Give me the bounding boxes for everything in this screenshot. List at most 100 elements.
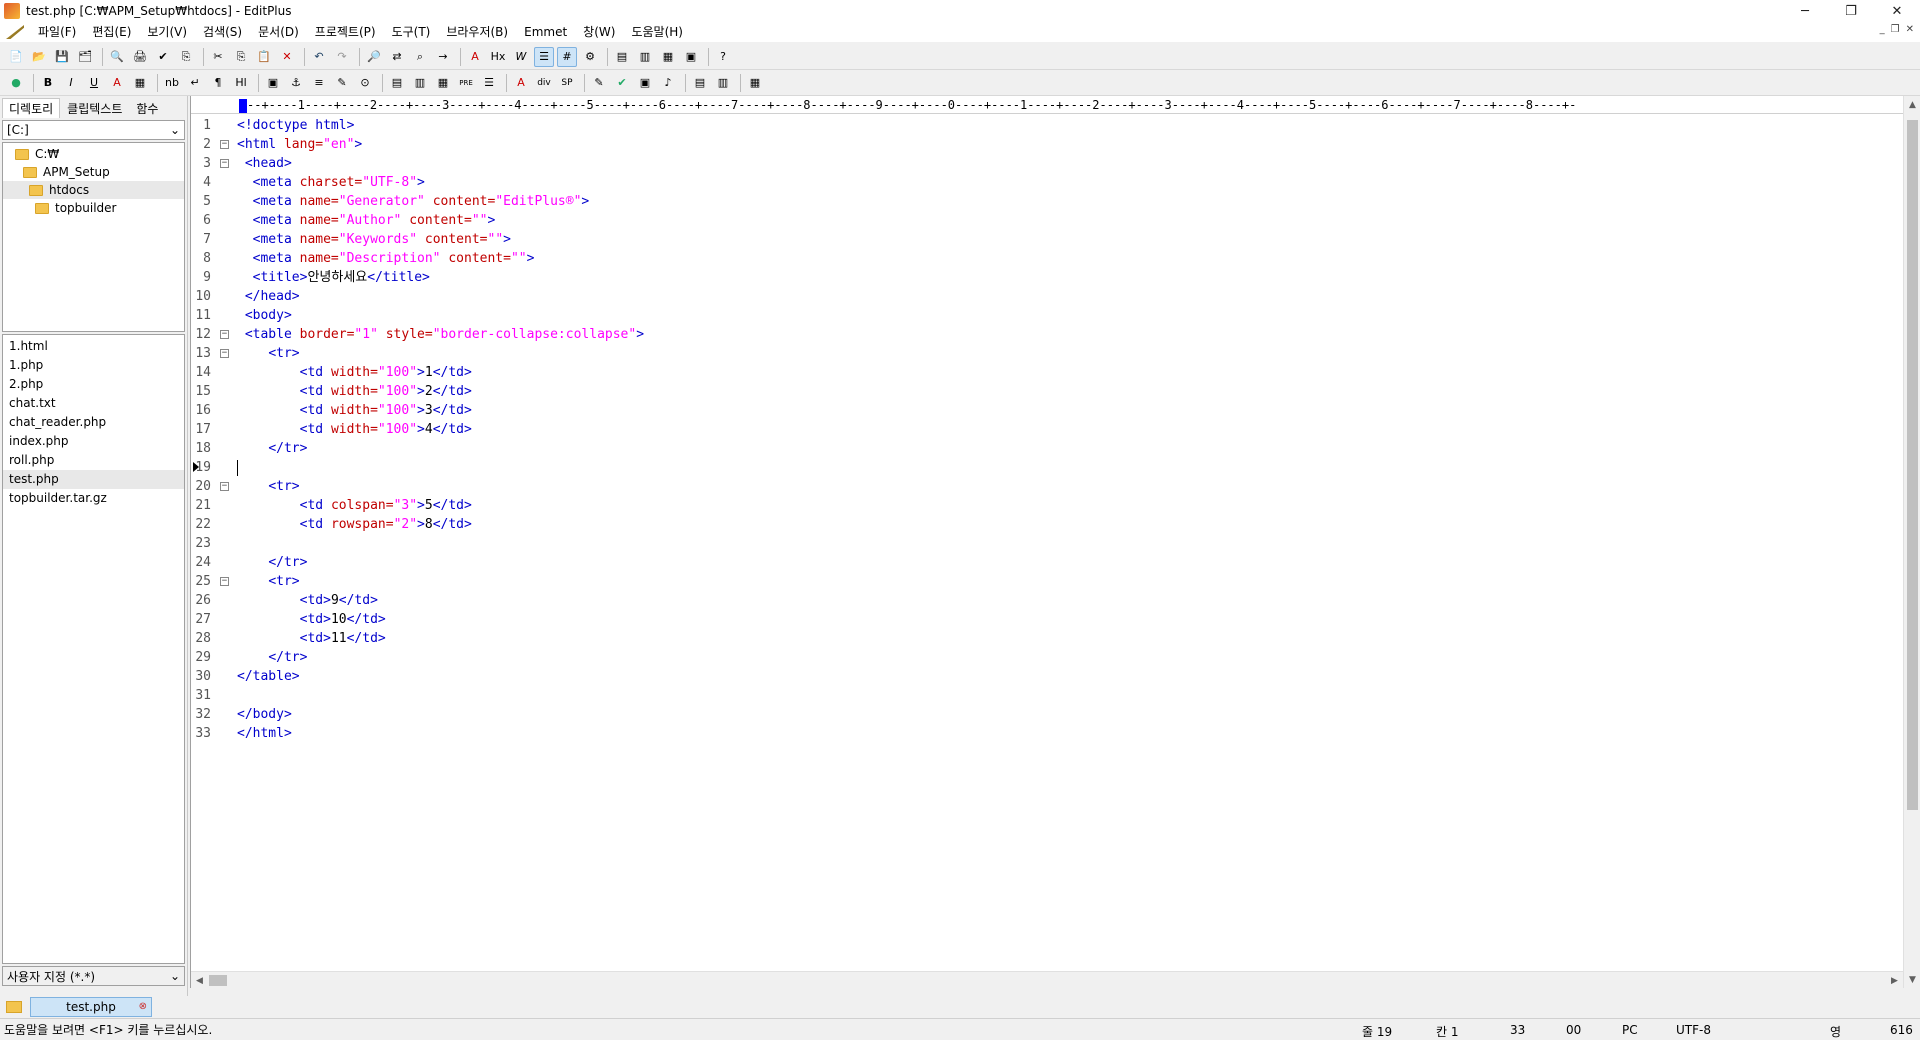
- print-icon[interactable]: 🖨: [130, 47, 150, 67]
- hr-icon[interactable]: ≡: [309, 73, 329, 93]
- horizontal-scrollbar[interactable]: ◀ ▶: [191, 971, 1903, 988]
- mdi-minimize-button[interactable]: _: [1880, 24, 1885, 35]
- window-cascade-icon[interactable]: ▥: [635, 47, 655, 67]
- tree-node-htdocs[interactable]: htdocs: [3, 181, 184, 199]
- fold-toggle-icon[interactable]: −: [220, 482, 229, 491]
- help-icon[interactable]: ?: [713, 47, 733, 67]
- fold-toggle-icon[interactable]: −: [220, 349, 229, 358]
- italic-icon[interactable]: I: [61, 73, 81, 93]
- list-item[interactable]: topbuilder.tar.gz: [3, 489, 184, 508]
- cut-icon[interactable]: ✂: [208, 47, 228, 67]
- fold-toggle-icon[interactable]: −: [220, 140, 229, 149]
- word-wrap-icon[interactable]: W: [511, 47, 531, 67]
- image-icon[interactable]: ▣: [263, 73, 283, 93]
- nbsp-icon[interactable]: nb: [162, 73, 182, 93]
- delete-icon[interactable]: ✕: [277, 47, 297, 67]
- pre-icon[interactable]: PRE: [456, 73, 476, 93]
- scroll-left-icon[interactable]: ◀: [191, 972, 208, 989]
- menu-project[interactable]: 프로젝트(P): [307, 22, 384, 42]
- menu-edit[interactable]: 편집(E): [84, 22, 139, 42]
- table-icon[interactable]: ▤: [387, 73, 407, 93]
- highlight-icon[interactable]: ✎: [332, 73, 352, 93]
- font-icon[interactable]: A: [465, 47, 485, 67]
- redo-icon[interactable]: ↷: [332, 47, 352, 67]
- close-button[interactable]: ✕: [1874, 0, 1920, 22]
- find-icon[interactable]: 🔎: [364, 47, 384, 67]
- new-file-icon[interactable]: 📄: [6, 47, 26, 67]
- fold-toggle-icon[interactable]: −: [220, 330, 229, 339]
- file-filter-select[interactable]: 사용자 지정 (*.*) ⌄: [2, 966, 185, 986]
- text-icon[interactable]: A: [511, 73, 531, 93]
- code-editor[interactable]: --+----1----+----2----+----3----+----4--…: [190, 96, 1920, 988]
- status-encoding[interactable]: UTF-8: [1676, 1023, 1711, 1037]
- span-icon[interactable]: SP: [557, 73, 577, 93]
- menu-help[interactable]: 도움말(H): [623, 22, 691, 42]
- list-item[interactable]: chat_reader.php: [3, 413, 184, 432]
- div-icon[interactable]: div: [534, 73, 554, 93]
- copy-icon[interactable]: ⎘: [231, 47, 251, 67]
- paste-icon[interactable]: 📋: [254, 47, 274, 67]
- list-item[interactable]: index.php: [3, 432, 184, 451]
- undo-icon[interactable]: ↶: [309, 47, 329, 67]
- tree-node-c[interactable]: C:₩: [3, 145, 184, 163]
- scroll-down-icon[interactable]: ▼: [1904, 971, 1920, 988]
- tree-node-apm-setup[interactable]: APM_Setup: [3, 163, 184, 181]
- restore-button[interactable]: ❐: [1828, 0, 1874, 22]
- menu-file[interactable]: 파일(F): [30, 22, 84, 42]
- list-item[interactable]: chat.txt: [3, 394, 184, 413]
- form-icon[interactable]: ▥: [410, 73, 430, 93]
- validate-icon[interactable]: ✔: [612, 73, 632, 93]
- font-color-icon[interactable]: A: [107, 73, 127, 93]
- mdi-close-button[interactable]: ✕: [1906, 24, 1914, 35]
- frame-icon[interactable]: ▤: [690, 73, 710, 93]
- menu-window[interactable]: 창(W): [575, 22, 623, 42]
- ruler-icon[interactable]: ☰: [534, 46, 554, 67]
- menu-emmet[interactable]: Emmet: [516, 22, 575, 42]
- fold-toggle-icon[interactable]: −: [220, 159, 229, 168]
- center-icon[interactable]: ▦: [433, 73, 453, 93]
- music-icon[interactable]: ♪: [658, 73, 678, 93]
- goto-line-icon[interactable]: →: [433, 47, 453, 67]
- fold-toggle-icon[interactable]: −: [220, 577, 229, 586]
- hex-icon[interactable]: Hx: [488, 47, 508, 67]
- frameset-icon[interactable]: ▥: [713, 73, 733, 93]
- tab-test-php[interactable]: test.php ⊗: [30, 997, 152, 1017]
- underline-icon[interactable]: U: [84, 73, 104, 93]
- vertical-scrollbar[interactable]: ▲ ▼: [1903, 96, 1920, 988]
- palette-icon[interactable]: ▦: [745, 73, 765, 93]
- minimize-button[interactable]: ─: [1782, 0, 1828, 22]
- settings-icon[interactable]: ⚙: [580, 47, 600, 67]
- code-text[interactable]: <!doctype html> <html lang="en"> <head> …: [237, 116, 644, 743]
- list-item[interactable]: 1.php: [3, 356, 184, 375]
- print-preview-icon[interactable]: 🔍: [107, 47, 127, 67]
- spellcheck-icon[interactable]: ✔: [153, 47, 173, 67]
- anchor-icon[interactable]: ⚓: [286, 73, 306, 93]
- bold-icon[interactable]: B: [38, 73, 58, 93]
- tab-cliptext[interactable]: 클립텍스트: [60, 98, 129, 118]
- paragraph-icon[interactable]: ¶: [208, 73, 228, 93]
- comment-icon[interactable]: ⊙: [355, 73, 375, 93]
- save-all-icon[interactable]: 🗂: [75, 47, 95, 67]
- menu-tools[interactable]: 도구(T): [384, 22, 439, 42]
- tab-directory[interactable]: 디렉토리: [2, 98, 61, 118]
- scroll-right-icon[interactable]: ▶: [1886, 972, 1903, 989]
- heading-icon[interactable]: Hl: [231, 73, 251, 93]
- menu-browser[interactable]: 브라우저(B): [438, 22, 516, 42]
- browser-preview-icon[interactable]: ⎘: [176, 47, 196, 67]
- window-split-icon[interactable]: ▦: [658, 47, 678, 67]
- menu-search[interactable]: 검색(S): [195, 22, 250, 42]
- edit-icon[interactable]: ✎: [589, 73, 609, 93]
- list-item[interactable]: 1.html: [3, 337, 184, 356]
- drive-select[interactable]: [C:] ⌄: [2, 120, 185, 140]
- mdi-restore-button[interactable]: ❐: [1891, 24, 1900, 35]
- tree-node-topbuilder[interactable]: topbuilder: [3, 199, 184, 217]
- list-item[interactable]: roll.php: [3, 451, 184, 470]
- folder-icon[interactable]: [6, 1001, 22, 1013]
- open-icon[interactable]: 📂: [29, 47, 49, 67]
- tab-functions[interactable]: 함수: [129, 98, 165, 118]
- globe-icon[interactable]: ●: [6, 73, 26, 93]
- line-number-icon[interactable]: #: [557, 46, 577, 67]
- close-icon[interactable]: ⊗: [139, 1001, 147, 1012]
- vertical-scroll-thumb[interactable]: [1907, 120, 1918, 810]
- line-break-icon[interactable]: ↵: [185, 73, 205, 93]
